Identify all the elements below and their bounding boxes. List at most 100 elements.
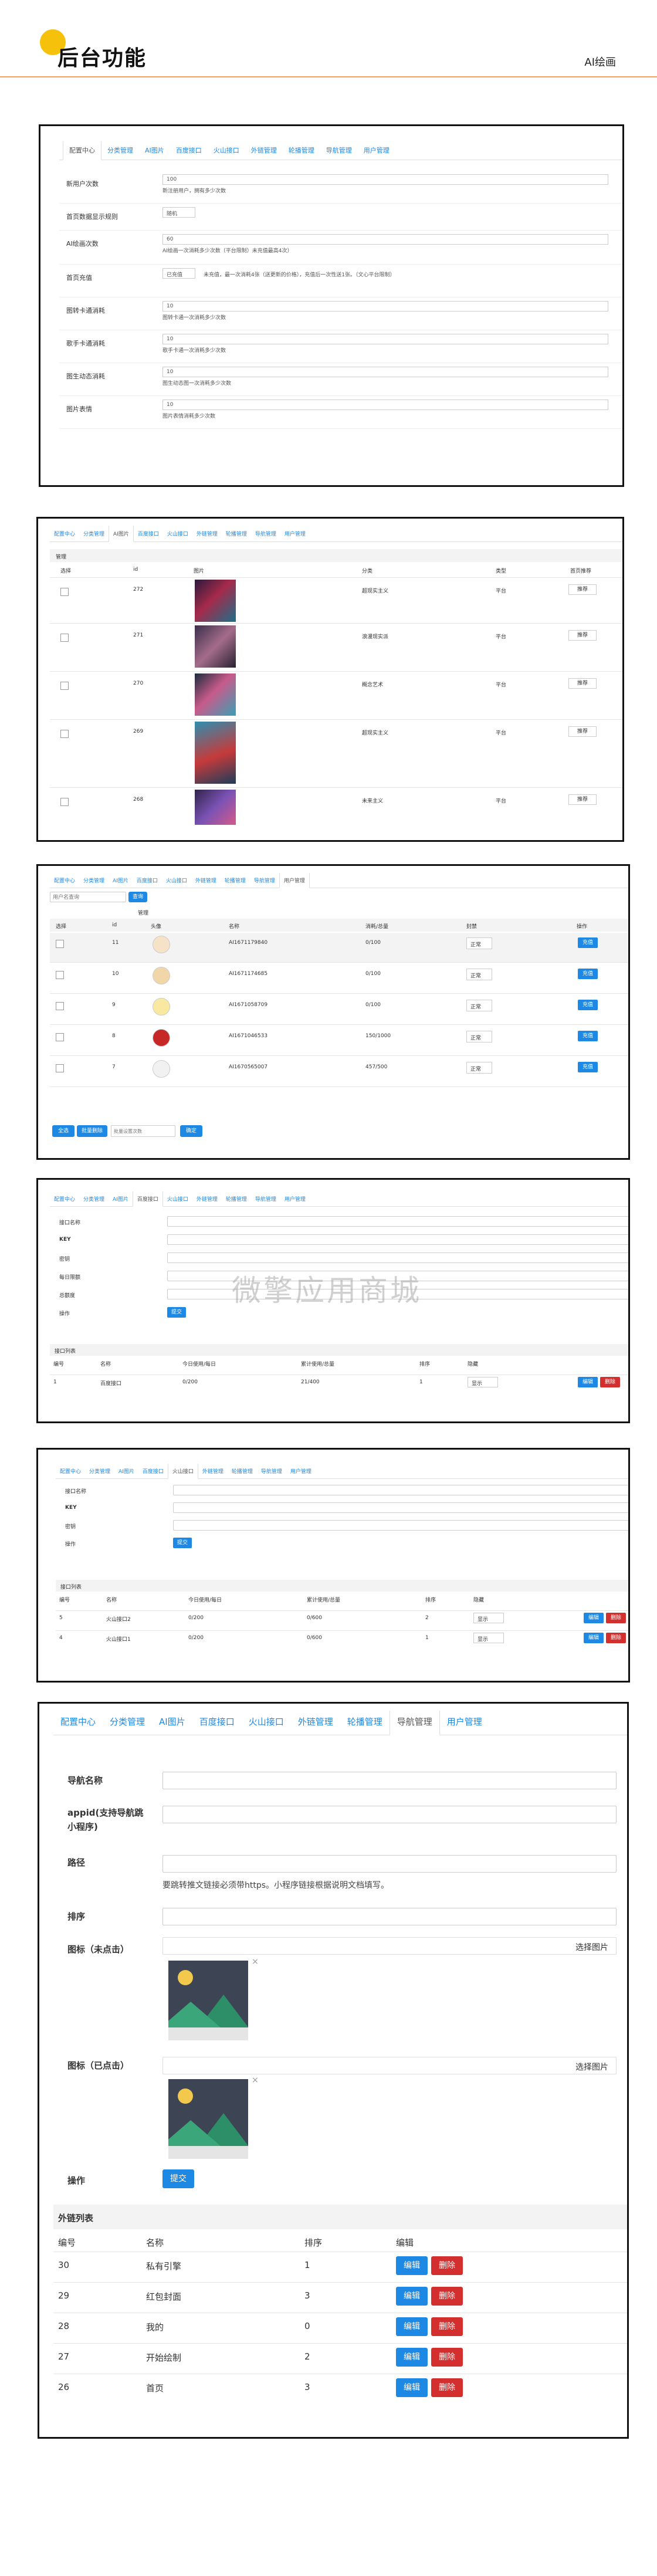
- nav-name-input[interactable]: [162, 1772, 617, 1789]
- form-input[interactable]: 10: [162, 400, 608, 410]
- form-input[interactable]: 60: [162, 234, 608, 245]
- icon-off-path-input[interactable]: [162, 1937, 617, 1955]
- submit-button[interactable]: 提交: [173, 1538, 192, 1548]
- tab-category[interactable]: 分类管理: [103, 1711, 152, 1735]
- edit-button[interactable]: 编辑: [396, 2378, 428, 2397]
- row-checkbox[interactable]: [60, 798, 69, 806]
- tab-config[interactable]: 配置中心: [50, 1191, 79, 1206]
- tab-category[interactable]: 分类管理: [101, 141, 139, 160]
- hidden-select[interactable]: 显示: [473, 1613, 504, 1623]
- tab-config[interactable]: 配置中心: [63, 141, 101, 160]
- row-checkbox[interactable]: [56, 940, 64, 948]
- status-select[interactable]: 正常: [466, 1062, 492, 1074]
- tab-baidu[interactable]: 百度接口: [132, 1191, 163, 1207]
- recommend-button[interactable]: 推荐: [568, 678, 597, 689]
- choose-image-button-on[interactable]: 选择图片: [575, 2061, 608, 2073]
- batch-count-input[interactable]: [111, 1125, 175, 1137]
- edit-button[interactable]: 编辑: [396, 2256, 428, 2275]
- batch-delete-button[interactable]: 批量删除: [77, 1125, 107, 1137]
- choose-image-button-off[interactable]: 选择图片: [575, 1941, 608, 1953]
- tab-category[interactable]: 分类管理: [79, 526, 109, 541]
- tab-carousel[interactable]: 轮播管理: [221, 873, 250, 888]
- confirm-button[interactable]: 确定: [180, 1125, 202, 1137]
- form-input[interactable]: 10: [162, 334, 608, 344]
- edit-button[interactable]: 编辑: [584, 1633, 604, 1643]
- edit-button[interactable]: 编辑: [396, 2348, 428, 2367]
- form-input[interactable]: [167, 1216, 628, 1227]
- form-input[interactable]: 10: [162, 301, 608, 312]
- row-checkbox[interactable]: [56, 1064, 64, 1072]
- tab-carousel[interactable]: 轮播管理: [283, 141, 320, 160]
- tab-volcano[interactable]: 火山接口: [242, 1711, 291, 1735]
- recommend-button[interactable]: 推荐: [568, 794, 597, 805]
- tab-config[interactable]: 配置中心: [53, 1711, 103, 1735]
- tab-config[interactable]: 配置中心: [50, 873, 79, 888]
- tab-baidu[interactable]: 百度接口: [133, 873, 162, 888]
- edit-button[interactable]: 编辑: [396, 2287, 428, 2306]
- tab-links[interactable]: 外链管理: [198, 1464, 228, 1478]
- tab-carousel[interactable]: 轮播管理: [340, 1711, 390, 1735]
- tab-ai-image[interactable]: AI图片: [152, 1711, 192, 1735]
- tab-users[interactable]: 用户管理: [280, 1191, 310, 1206]
- tab-category[interactable]: 分类管理: [79, 873, 109, 888]
- row-checkbox[interactable]: [60, 634, 69, 642]
- delete-button[interactable]: 删除: [431, 2378, 463, 2397]
- delete-button[interactable]: 删除: [600, 1377, 620, 1387]
- delete-button[interactable]: 删除: [606, 1613, 626, 1623]
- form-input[interactable]: 随机: [162, 207, 195, 218]
- tab-ai-image[interactable]: AI图片: [109, 873, 133, 888]
- tab-baidu[interactable]: 百度接口: [170, 141, 208, 160]
- status-select[interactable]: 正常: [466, 969, 492, 980]
- row-checkbox[interactable]: [56, 971, 64, 979]
- edit-button[interactable]: 编辑: [396, 2317, 428, 2336]
- user-search-input[interactable]: [50, 892, 126, 902]
- hidden-select[interactable]: 显示: [473, 1633, 504, 1643]
- recharge-button[interactable]: 充值: [578, 969, 598, 979]
- edit-button[interactable]: 编辑: [578, 1377, 598, 1387]
- row-checkbox[interactable]: [60, 682, 69, 690]
- recharge-button[interactable]: 充值: [578, 937, 598, 948]
- recommend-button[interactable]: 推荐: [568, 630, 597, 641]
- tab-volcano[interactable]: 火山接口: [208, 141, 245, 160]
- close-icon[interactable]: ×: [252, 2076, 259, 2085]
- delete-button[interactable]: 删除: [431, 2256, 463, 2275]
- tab-nav[interactable]: 导航管理: [250, 873, 279, 888]
- tab-links[interactable]: 外链管理: [192, 1191, 222, 1206]
- tab-users[interactable]: 用户管理: [279, 873, 310, 888]
- search-button[interactable]: 查询: [128, 892, 147, 902]
- delete-button[interactable]: 删除: [431, 2348, 463, 2367]
- tab-config[interactable]: 配置中心: [50, 526, 79, 541]
- tab-category[interactable]: 分类管理: [85, 1464, 114, 1478]
- form-input[interactable]: [173, 1520, 628, 1531]
- hidden-select[interactable]: 显示: [468, 1377, 498, 1387]
- row-checkbox[interactable]: [60, 588, 69, 596]
- tab-carousel[interactable]: 轮播管理: [222, 1191, 251, 1206]
- icon-on-path-input[interactable]: [162, 2057, 617, 2074]
- tab-volcano[interactable]: 火山接口: [162, 873, 191, 888]
- submit-button[interactable]: 提交: [167, 1307, 186, 1318]
- tab-ai-image[interactable]: AI图片: [109, 1191, 133, 1206]
- recharge-button[interactable]: 充值: [578, 1031, 598, 1041]
- tab-config[interactable]: 配置中心: [56, 1464, 85, 1478]
- tab-nav[interactable]: 导航管理: [251, 526, 280, 541]
- tab-carousel[interactable]: 轮播管理: [222, 526, 251, 541]
- sort-input[interactable]: [162, 1908, 617, 1925]
- tab-nav[interactable]: 导航管理: [257, 1464, 286, 1478]
- tab-links[interactable]: 外链管理: [192, 526, 222, 541]
- tab-volcano[interactable]: 火山接口: [163, 526, 192, 541]
- recommend-button[interactable]: 推荐: [568, 584, 597, 595]
- tab-users[interactable]: 用户管理: [280, 526, 310, 541]
- tab-volcano[interactable]: 火山接口: [163, 1191, 192, 1206]
- recharge-button[interactable]: 充值: [578, 1062, 598, 1072]
- submit-button[interactable]: 提交: [162, 2169, 194, 2188]
- tab-ai-image[interactable]: AI图片: [109, 526, 134, 542]
- status-select[interactable]: 正常: [466, 1031, 492, 1042]
- tab-links[interactable]: 外链管理: [191, 873, 221, 888]
- tab-users[interactable]: 用户管理: [358, 141, 395, 160]
- row-checkbox[interactable]: [60, 730, 69, 738]
- tab-nav[interactable]: 导航管理: [389, 1711, 440, 1735]
- row-checkbox[interactable]: [56, 1002, 64, 1010]
- tab-category[interactable]: 分类管理: [79, 1191, 109, 1206]
- select-all-button[interactable]: 全选: [52, 1125, 74, 1137]
- form-input[interactable]: 100: [162, 174, 608, 185]
